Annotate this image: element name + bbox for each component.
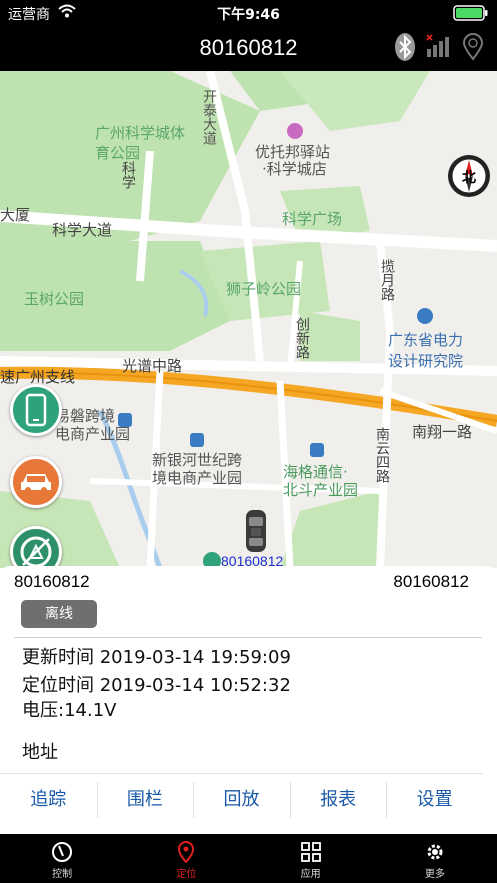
tab-control-label: 控制 xyxy=(52,869,73,880)
phone-icon xyxy=(25,393,47,427)
gps-signal-icon xyxy=(462,33,484,66)
map-background xyxy=(0,71,497,568)
map-label-xinyin: 新银河世纪跨 境电商产业园 xyxy=(152,451,243,487)
map-label-kaitai-road: 开泰大道 xyxy=(201,89,217,145)
map-label-yushu-park: 玉树公园 xyxy=(24,290,85,308)
track-button[interactable]: 追踪 xyxy=(0,774,97,825)
tab-control[interactable]: 控制 xyxy=(0,834,124,883)
map-label-shizi-park: 狮子岭公园 xyxy=(226,280,302,298)
compass-icon[interactable]: 北 xyxy=(447,154,491,198)
phone-location-button[interactable] xyxy=(10,384,62,436)
device-imei: 80160812 xyxy=(393,572,469,591)
tab-more[interactable]: 更多 xyxy=(373,834,497,883)
update-time: 更新时间 2019-03-14 19:59:09 xyxy=(22,647,291,668)
map-label-science-square: 科学广场 xyxy=(282,210,343,228)
car-icon xyxy=(21,474,51,493)
map-label-yipan: 易磐跨境 电商产业园 xyxy=(55,407,131,443)
car-location-button[interactable] xyxy=(10,456,62,508)
tab-apps[interactable]: 应用 xyxy=(249,834,373,883)
map-label-science-ave: 科学大道 xyxy=(52,221,113,239)
tab-location[interactable]: 定位 xyxy=(124,834,248,883)
status-badge: 离线 xyxy=(21,600,97,628)
map-label-kexue-road: 科学 xyxy=(120,161,136,189)
tab-more-label: 更多 xyxy=(424,869,445,880)
map-label-lanyue-road: 揽月路 xyxy=(379,259,395,301)
device-name: 80160812 xyxy=(14,572,90,591)
locate-time: 定位时间 2019-03-14 10:52:32 xyxy=(22,675,291,696)
compass-locate-icon xyxy=(20,536,52,568)
map-label-science-city-store: ·科学城店 xyxy=(262,160,327,178)
status-bar: 运营商 下午9:46 xyxy=(0,0,497,26)
bluetooth-icon[interactable] xyxy=(394,32,416,67)
compass-label: 北 xyxy=(462,170,476,186)
voltage: 电压:14.1V xyxy=(22,700,117,721)
report-button[interactable]: 报表 xyxy=(289,774,387,825)
map-label-chuangxin-road: 创新路 xyxy=(294,317,310,359)
address: 地址 xyxy=(22,742,58,763)
fence-button[interactable]: 围栏 xyxy=(96,774,194,825)
vehicle-info-panel: 80160812 80160812 离线 更新时间 2019-03-14 19:… xyxy=(0,566,497,773)
clock: 下午9:46 xyxy=(217,7,280,23)
tab-location-label: 定位 xyxy=(176,869,197,880)
settings-button[interactable]: 设置 xyxy=(386,774,483,825)
tab-bar: 控制 定位 应用 更多 xyxy=(0,834,497,883)
map-label-building: 大厦 xyxy=(0,206,31,224)
steering-wheel-icon xyxy=(52,842,73,862)
grid-icon xyxy=(300,842,321,862)
battery-icon xyxy=(453,5,489,21)
map-view[interactable]: 广州科学城体育公园 开泰大道 优托邦驿站 ·科学城店 科学 大厦 科学大道 科学… xyxy=(0,71,497,568)
map-label-power-institute: 广东省电力 设计研究院 xyxy=(388,331,464,370)
map-label-guangpu-road: 光谱中路 xyxy=(122,357,183,375)
page-title: 80160812 xyxy=(199,35,298,60)
playback-button[interactable]: 回放 xyxy=(193,774,290,825)
signal-icon xyxy=(426,34,452,63)
tab-apps-label: 应用 xyxy=(300,869,321,880)
map-label-nanxiang-road: 南翔一路 xyxy=(412,423,473,441)
map-label-haige: 海格通信· 北斗产业园 xyxy=(283,463,359,499)
divider xyxy=(14,637,482,638)
gear-icon xyxy=(427,844,443,860)
location-pin-icon xyxy=(178,841,195,863)
title-bar: 80160812 xyxy=(0,26,497,71)
action-bar: 追踪 围栏 回放 报表 设置 xyxy=(0,773,483,825)
vehicle-marker-icon[interactable] xyxy=(244,508,268,554)
map-label-nanyun-road: 南云四路 xyxy=(374,427,390,483)
map-label-park: 广州科学城体育公园 xyxy=(95,124,186,162)
